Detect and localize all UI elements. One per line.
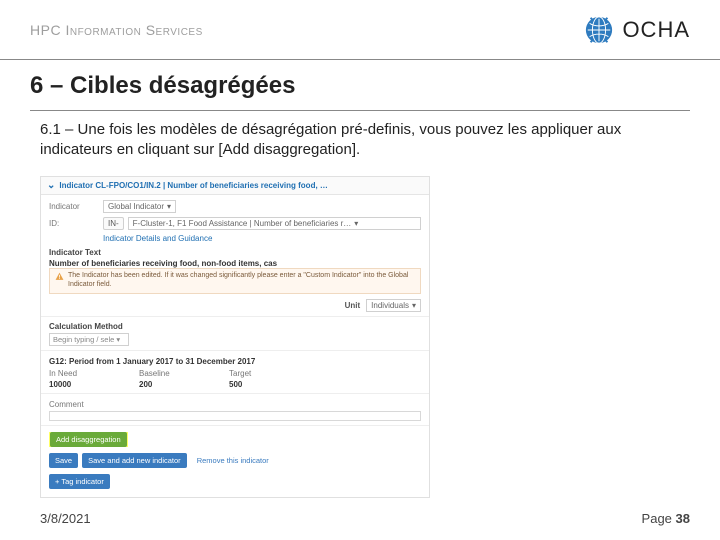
unit-label: Unit bbox=[345, 301, 361, 310]
unit-select[interactable]: Individuals ▾ bbox=[366, 299, 421, 312]
slide: HPC Information Services OCHA 6 – Cibles… bbox=[0, 0, 720, 540]
indicator-text-value: Number of beneficiaries receiving food, … bbox=[49, 259, 421, 268]
indicator-type-value: Global Indicator bbox=[108, 202, 164, 211]
caret-down-icon: ▾ bbox=[354, 219, 358, 228]
guidance-link-row: Indicator Details and Guidance bbox=[103, 234, 421, 243]
body-text: 6.1 – Une fois les modèles de désagrégat… bbox=[40, 120, 680, 161]
target-value: 500 bbox=[229, 380, 289, 389]
target-label: Target bbox=[229, 369, 289, 378]
slide-header: HPC Information Services OCHA bbox=[0, 0, 720, 60]
divider bbox=[41, 393, 429, 394]
action-row: Save Save and add new indicator Remove t… bbox=[49, 453, 421, 468]
footer-page: Page 38 bbox=[642, 511, 690, 526]
period-heading: G12: Period from 1 January 2017 to 31 De… bbox=[49, 357, 421, 366]
in-need-value: 10000 bbox=[49, 380, 109, 389]
shot-body: Indicator Global Indicator ▾ ID: IN- F-C… bbox=[41, 195, 429, 497]
tag-row: + Tag indicator bbox=[49, 474, 421, 489]
baseline-value: 200 bbox=[139, 380, 199, 389]
indicator-type-select[interactable]: Global Indicator ▾ bbox=[103, 200, 176, 213]
indicator-row: Indicator Global Indicator ▾ bbox=[49, 200, 421, 213]
id-label: ID: bbox=[49, 219, 99, 228]
id-row: ID: IN- F-Cluster-1, F1 Food Assistance … bbox=[49, 217, 421, 230]
org-prefix: HPC bbox=[30, 22, 65, 38]
id-prefix-text: IN- bbox=[108, 219, 119, 228]
slide-footer: 3/8/2021 Page 38 bbox=[40, 511, 690, 526]
title-row: 6 – Cibles désagrégées bbox=[30, 72, 690, 111]
caret-down-icon: ▾ bbox=[412, 301, 416, 310]
indicator-select[interactable]: F-Cluster-1, F1 Food Assistance | Number… bbox=[128, 217, 421, 230]
page-label: Page bbox=[642, 511, 676, 526]
divider bbox=[41, 316, 429, 317]
ocha-text: OCHA bbox=[622, 17, 690, 43]
page-title: 6 – Cibles désagrégées bbox=[30, 72, 690, 100]
guidance-link[interactable]: Indicator Details and Guidance bbox=[103, 234, 212, 243]
caret-down-icon: ▾ bbox=[167, 202, 171, 211]
body-wrap: 6.1 – Une fois les modèles de désagrégat… bbox=[40, 120, 680, 161]
save-add-new-button[interactable]: Save and add new indicator bbox=[82, 453, 187, 468]
form-screenshot: ⌄ Indicator CL-FPO/CO1/IN.2 | Number of … bbox=[40, 176, 430, 498]
warning-banner: The Indicator has been edited. If it was… bbox=[49, 268, 421, 294]
shot-bar-label: Indicator CL-FPO/CO1/IN.2 | Number of be… bbox=[59, 181, 328, 190]
indicator-text-label: Indicator Text bbox=[49, 248, 421, 257]
target-col: Target 500 bbox=[229, 369, 289, 389]
shot-accordion-header[interactable]: ⌄ Indicator CL-FPO/CO1/IN.2 | Number of … bbox=[41, 177, 429, 195]
org-smallcaps: Information Services bbox=[65, 22, 202, 38]
unit-row: Unit Individuals ▾ bbox=[49, 299, 421, 312]
disagg-row: Add disaggregation bbox=[49, 432, 421, 447]
ocha-globe-icon bbox=[584, 15, 614, 45]
page-number: 38 bbox=[676, 511, 690, 526]
comment-row: Comment bbox=[49, 400, 421, 421]
comment-input[interactable] bbox=[49, 411, 421, 421]
ocha-brand: OCHA bbox=[584, 15, 690, 45]
baseline-label: Baseline bbox=[139, 369, 199, 378]
org-line: HPC Information Services bbox=[30, 22, 203, 38]
save-button[interactable]: Save bbox=[49, 453, 78, 468]
id-prefix-pill: IN- bbox=[103, 217, 124, 230]
unit-value: Individuals bbox=[371, 301, 409, 310]
indicator-select-value: F-Cluster-1, F1 Food Assistance | Number… bbox=[133, 219, 352, 228]
calc-method-label: Calculation Method bbox=[49, 322, 421, 331]
caret-down-icon: ▾ bbox=[116, 335, 120, 344]
comment-label: Comment bbox=[49, 400, 421, 409]
highlight: Add disaggregation bbox=[49, 432, 128, 447]
footer-date: 3/8/2021 bbox=[40, 511, 91, 526]
warning-text: The Indicator has been edited. If it was… bbox=[68, 272, 415, 290]
in-need-col: In Need 10000 bbox=[49, 369, 109, 389]
calc-method-input[interactable]: Begin typing / sele ▾ bbox=[49, 333, 129, 346]
indicator-label: Indicator bbox=[49, 202, 99, 211]
divider bbox=[41, 350, 429, 351]
add-disaggregation-button[interactable]: Add disaggregation bbox=[50, 432, 127, 447]
divider bbox=[41, 425, 429, 426]
period-values: In Need 10000 Baseline 200 Target 500 bbox=[49, 369, 421, 389]
calc-method-value: Begin typing / sele bbox=[53, 335, 114, 344]
baseline-col: Baseline 200 bbox=[139, 369, 199, 389]
tag-indicator-button[interactable]: + Tag indicator bbox=[49, 474, 110, 489]
chevron-down-icon: ⌄ bbox=[47, 180, 55, 191]
in-need-label: In Need bbox=[49, 369, 109, 378]
remove-indicator-link[interactable]: Remove this indicator bbox=[191, 453, 275, 468]
